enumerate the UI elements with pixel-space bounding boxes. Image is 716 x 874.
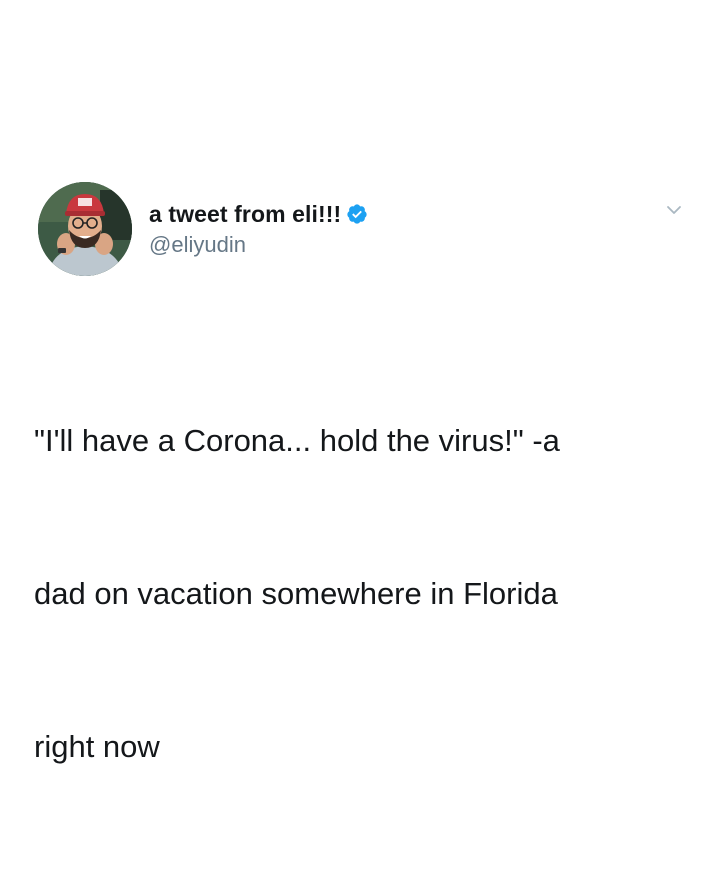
verified-badge-icon <box>346 203 368 225</box>
tweet-card: a tweet from eli!!! @eliyudin "I'll have… <box>0 0 716 764</box>
handle[interactable]: @eliyudin <box>149 232 246 258</box>
tweet-text-line: "I'll have a Corona... hold the virus!" … <box>34 423 560 458</box>
display-name[interactable]: a tweet from eli!!! <box>149 201 341 228</box>
tweet-text-line: right now <box>34 729 160 764</box>
chevron-down-icon[interactable] <box>664 200 684 220</box>
tweet-text-line: dad on vacation somewhere in Florida <box>34 576 558 611</box>
tweet-text: "I'll have a Corona... hold the virus!" … <box>34 313 694 874</box>
avatar-image <box>38 182 132 276</box>
avatar[interactable] <box>38 182 132 276</box>
author-name-row[interactable]: a tweet from eli!!! <box>149 199 368 229</box>
